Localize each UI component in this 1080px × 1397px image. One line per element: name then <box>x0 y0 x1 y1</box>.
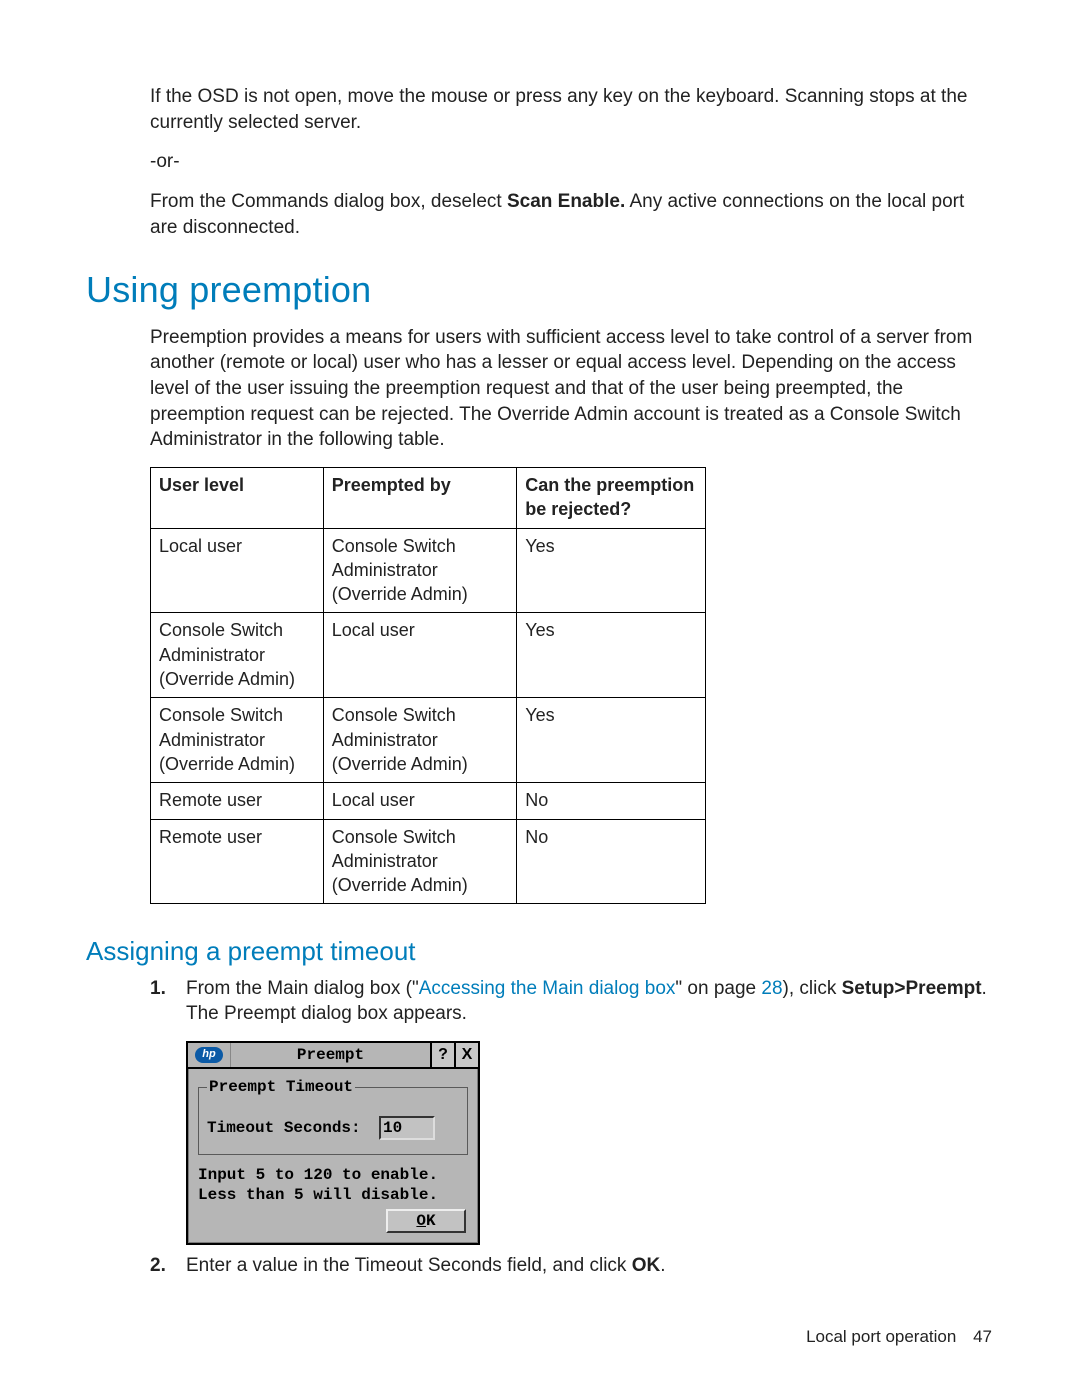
step-1-text: From the Main dialog box ("Accessing the… <box>186 976 994 1027</box>
cell: No <box>517 819 706 904</box>
hint-line-2: Less than 5 will disable. <box>198 1185 468 1205</box>
th-user-level: User level <box>151 468 324 529</box>
step2-pre: Enter a value in the Timeout Seconds fie… <box>186 1255 632 1276</box>
preempt-dialog: hp Preempt ? X Preempt Timeout Timeout S… <box>186 1041 480 1246</box>
cell: Console Switch Administrator (Override A… <box>323 528 517 613</box>
dialog-titlebar: hp Preempt ? X <box>188 1043 478 1069</box>
hp-logo-icon: hp <box>188 1043 231 1067</box>
steps-list-cont: 2. Enter a value in the Timeout Seconds … <box>150 1253 994 1279</box>
dialog-content: Preempt Timeout Timeout Seconds: Input 5… <box>188 1069 478 1244</box>
link-page-28[interactable]: 28 <box>761 978 782 999</box>
section-body: Preemption provides a means for users wi… <box>150 325 994 905</box>
ok-bold: OK <box>632 1255 661 1276</box>
hint-line-1: Input 5 to 120 to enable. <box>198 1165 468 1185</box>
intro-or: -or- <box>150 149 994 175</box>
step1-mid: " on page <box>675 978 761 999</box>
intro-para-1: If the OSD is not open, move the mouse o… <box>150 84 994 135</box>
table-row: Local user Console Switch Administrator … <box>151 528 706 613</box>
step2-post: . <box>660 1255 665 1276</box>
step-number: 1. <box>150 976 186 1027</box>
scan-enable-bold: Scan Enable. <box>507 191 625 212</box>
setup-preempt-bold: Setup>Preempt <box>842 978 982 999</box>
cell: Console Switch Administrator (Override A… <box>151 613 324 698</box>
cell: Remote user <box>151 819 324 904</box>
table-row: Remote user Console Switch Administrator… <box>151 819 706 904</box>
preempt-timeout-legend: Preempt Timeout <box>207 1077 355 1099</box>
footer-text: Local port operation <box>806 1327 956 1346</box>
ok-underline: O <box>416 1212 426 1230</box>
page-footer: Local port operation 47 <box>806 1326 992 1349</box>
preempt-dialog-figure: hp Preempt ? X Preempt Timeout Timeout S… <box>186 1041 994 1246</box>
preemption-table: User level Preempted by Can the preempti… <box>150 467 706 904</box>
preemption-para: Preemption provides a means for users wi… <box>150 325 994 453</box>
th-rejected: Can the preemption be rejected? <box>517 468 706 529</box>
subsection-heading-preempt-timeout: Assigning a preempt timeout <box>86 934 994 969</box>
timeout-seconds-label: Timeout Seconds: <box>207 1118 367 1140</box>
cell: Local user <box>323 613 517 698</box>
subsection-body: 1. From the Main dialog box ("Accessing … <box>150 976 994 1280</box>
cell: Console Switch Administrator (Override A… <box>151 698 324 783</box>
hp-logo-text: hp <box>195 1047 223 1063</box>
step1-pre: From the Main dialog box (" <box>186 978 419 999</box>
cell: Console Switch Administrator (Override A… <box>323 698 517 783</box>
th-preempted-by: Preempted by <box>323 468 517 529</box>
table-header-row: User level Preempted by Can the preempti… <box>151 468 706 529</box>
cell: Yes <box>517 528 706 613</box>
table-row: Remote user Local user No <box>151 783 706 819</box>
cell: Yes <box>517 698 706 783</box>
step-number: 2. <box>150 1253 186 1279</box>
cell: No <box>517 783 706 819</box>
steps-list: 1. From the Main dialog box ("Accessing … <box>150 976 994 1027</box>
page-content: If the OSD is not open, move the mouse o… <box>0 0 1080 1279</box>
link-accessing-main-dialog[interactable]: Accessing the Main dialog box <box>419 978 676 999</box>
ok-button[interactable]: OK <box>386 1209 466 1233</box>
section-heading-using-preemption: Using preemption <box>86 266 994 315</box>
close-button[interactable]: X <box>454 1043 478 1067</box>
table-row: Console Switch Administrator (Override A… <box>151 613 706 698</box>
timeout-row: Timeout Seconds: <box>207 1116 459 1140</box>
cell: Remote user <box>151 783 324 819</box>
dialog-button-row: OK <box>198 1205 468 1235</box>
intro-para-2: From the Commands dialog box, deselect S… <box>150 189 994 240</box>
cell: Console Switch Administrator (Override A… <box>323 819 517 904</box>
help-button[interactable]: ? <box>430 1043 454 1067</box>
cell: Local user <box>151 528 324 613</box>
intro-p2-pre: From the Commands dialog box, deselect <box>150 191 507 212</box>
footer-page-number: 47 <box>973 1327 992 1346</box>
intro-block: If the OSD is not open, move the mouse o… <box>150 84 994 240</box>
cell: Yes <box>517 613 706 698</box>
preempt-timeout-group: Preempt Timeout Timeout Seconds: <box>198 1077 468 1156</box>
step-1: 1. From the Main dialog box ("Accessing … <box>150 976 994 1027</box>
table-row: Console Switch Administrator (Override A… <box>151 698 706 783</box>
dialog-title: Preempt <box>231 1043 430 1067</box>
timeout-seconds-input[interactable] <box>379 1116 435 1140</box>
cell: Local user <box>323 783 517 819</box>
step1-post1: ), click <box>783 978 842 999</box>
step-2-text: Enter a value in the Timeout Seconds fie… <box>186 1253 994 1279</box>
step-2: 2. Enter a value in the Timeout Seconds … <box>150 1253 994 1279</box>
